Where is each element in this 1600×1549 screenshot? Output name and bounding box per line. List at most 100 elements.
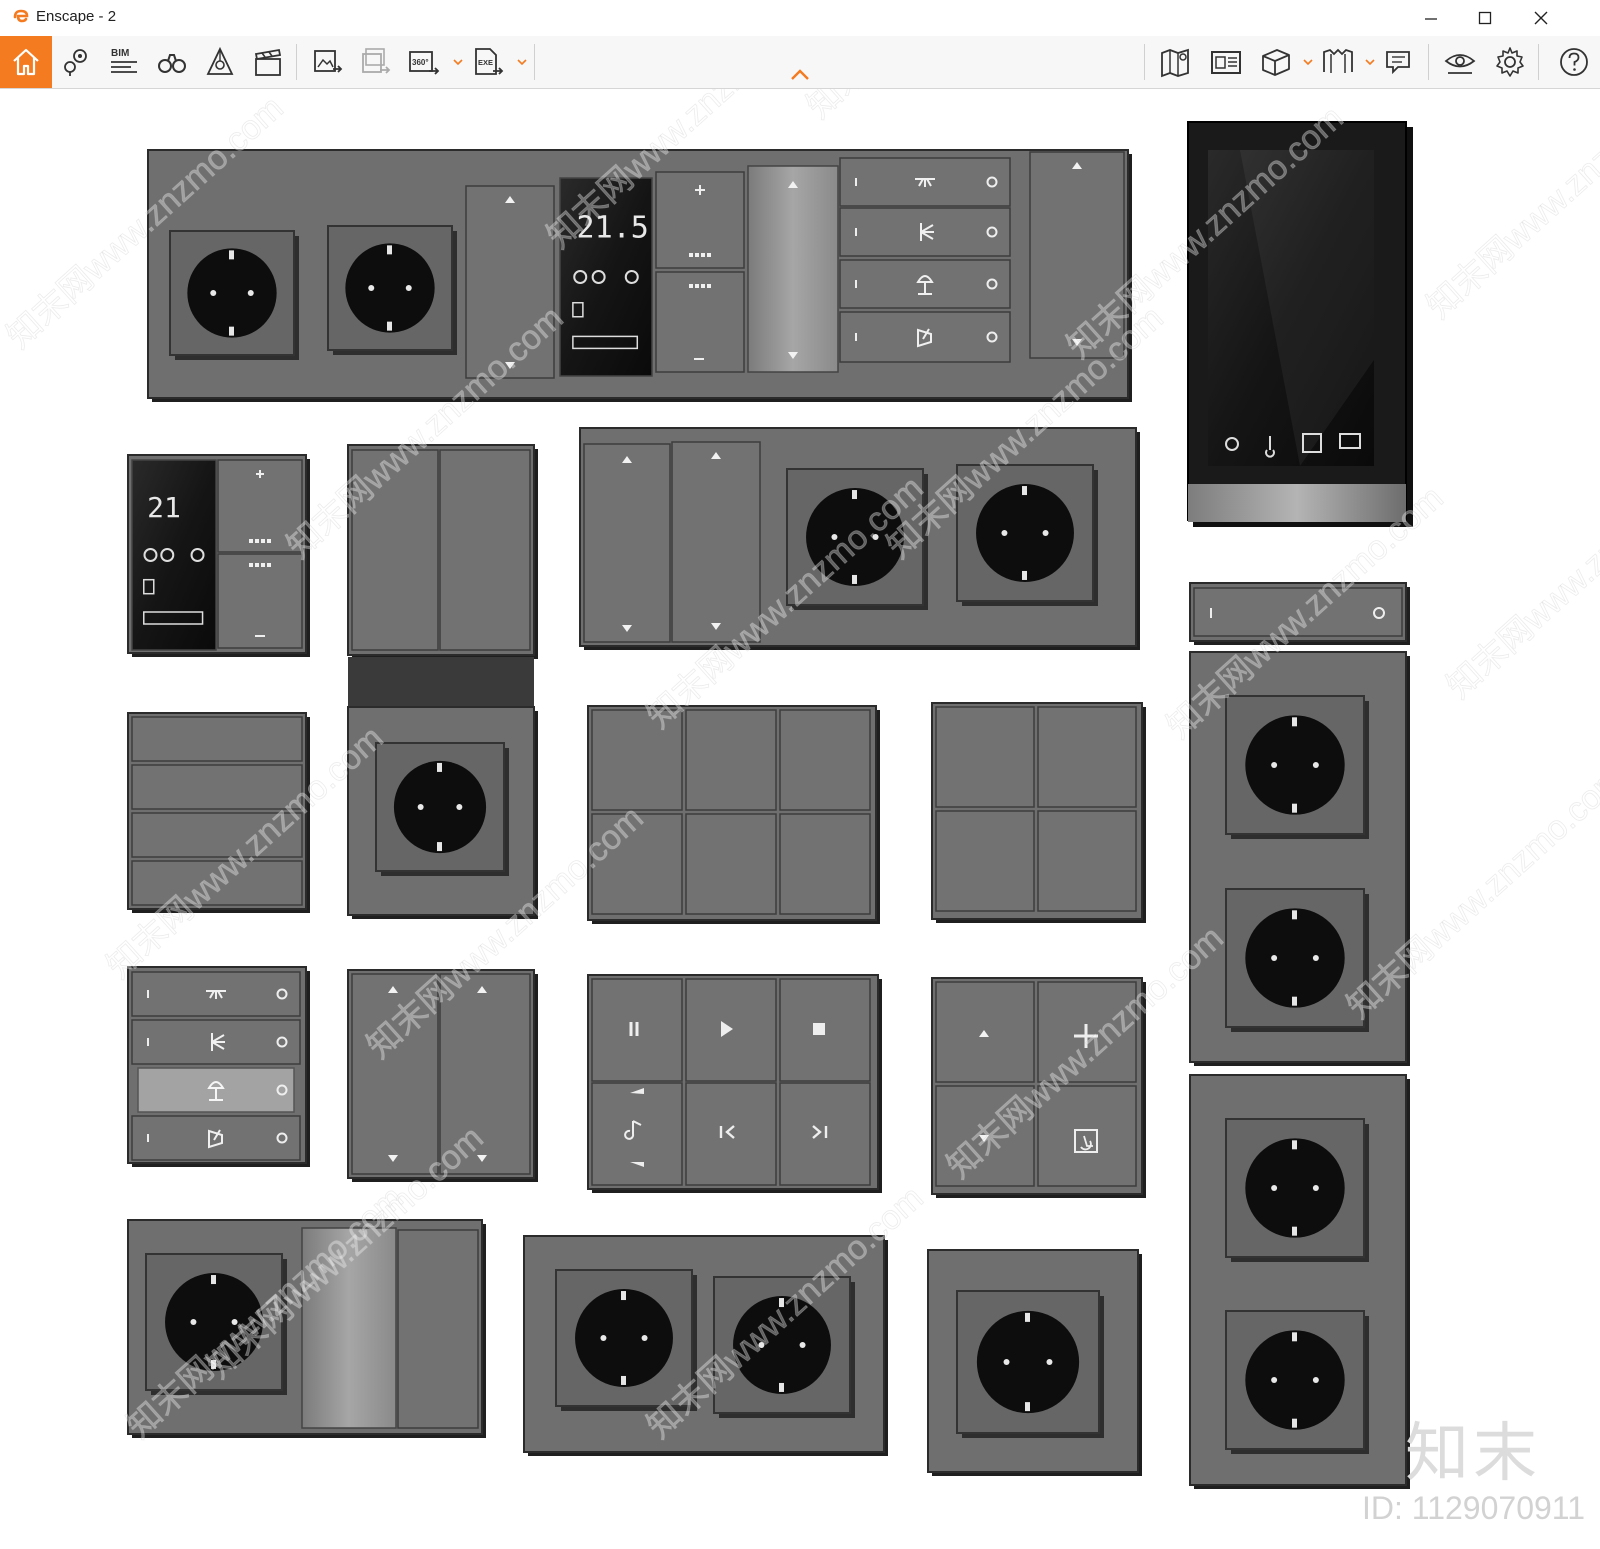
export-exe-button[interactable]: EXE [468, 42, 508, 82]
socket-hole [1245, 1138, 1345, 1238]
gallery-button[interactable] [1206, 42, 1246, 82]
socket-hole [575, 1289, 673, 1387]
earth-clip [1292, 803, 1297, 813]
socket-hole [1245, 715, 1345, 815]
led-dot [701, 253, 705, 257]
window-title: Enscape - 2 [36, 8, 117, 25]
batch-export-icon [362, 48, 391, 74]
media-key [591, 1082, 683, 1186]
asset-library-button[interactable] [200, 42, 240, 82]
material-library-button[interactable] [1318, 42, 1358, 82]
panorama-button[interactable]: 360° [404, 42, 444, 82]
chevron-down-icon[interactable] [452, 54, 464, 70]
watermark-tile-text: 知末网www.znzmo.com [800, 89, 1091, 126]
earth-clip [387, 321, 392, 331]
toolbar-separator [1538, 44, 1539, 80]
plain-rocker [397, 1229, 479, 1429]
horizontal-rocker-1 [131, 716, 303, 762]
watermark-id: ID: 1129070911 [1362, 1490, 1585, 1526]
led-dot [695, 284, 699, 288]
video-editor-button[interactable] [248, 42, 288, 82]
views-button[interactable] [56, 42, 96, 82]
stop-icon [813, 1023, 825, 1035]
close-icon [1534, 11, 1548, 25]
minimize-icon [1425, 18, 1437, 20]
earth-clip [437, 842, 442, 852]
toolbar-separator [296, 44, 297, 80]
maximize-button[interactable] [1462, 2, 1508, 34]
walk-mode-button[interactable] [152, 42, 192, 82]
watermark-tile-text: 知末网www.znzmo.com [1440, 439, 1600, 706]
book-icon [1323, 48, 1353, 73]
map-view-button[interactable] [1156, 42, 1196, 82]
led-dot [249, 563, 253, 567]
exe-label: EXE [478, 58, 493, 67]
maximize-icon [1478, 11, 1492, 25]
chevron-up-icon[interactable] [788, 66, 812, 84]
earth-clip [1292, 910, 1297, 920]
settings-button[interactable] [1490, 42, 1530, 82]
visual-settings-button[interactable] [1440, 42, 1480, 82]
led-dot [255, 539, 259, 543]
pin-hole [368, 285, 375, 291]
earth-clip [1025, 1402, 1030, 1412]
dimmer-rocker-bottom [217, 553, 303, 649]
temperature-readout: 21 [147, 491, 181, 524]
led-dot [249, 539, 253, 543]
chevron-down-icon[interactable] [1302, 54, 1314, 70]
close-button[interactable] [1518, 2, 1564, 34]
earth-clip [229, 250, 234, 260]
window-title-bar: Enscape - 2 [0, 0, 1600, 36]
keypad-key [1037, 810, 1137, 912]
keypad-key [935, 706, 1035, 808]
bim-button[interactable]: BIM [104, 42, 144, 82]
pin-hole [1271, 762, 1278, 768]
minimize-button[interactable] [1408, 2, 1454, 34]
pin-hole [210, 290, 217, 296]
render-viewport[interactable]: 21.521 知末网www.znzmo.com知末网www.znzmo.com知… [0, 89, 1600, 1549]
socket-hole [187, 248, 277, 338]
pin-hole [1312, 1185, 1319, 1191]
clapperboard-icon [254, 48, 282, 76]
pin-hole [247, 290, 254, 296]
pin-hole [456, 804, 463, 810]
help-icon [1560, 48, 1588, 76]
pin-hole [1312, 1377, 1319, 1383]
batch-render-button[interactable] [356, 42, 396, 82]
earth-clip [229, 326, 234, 336]
toolbar-separator [1144, 44, 1145, 80]
pin-hole [190, 1319, 197, 1325]
object-button[interactable] [1256, 42, 1296, 82]
keypad-key [935, 810, 1035, 912]
bim-icon: BIM [111, 48, 137, 73]
socket-hole [1245, 908, 1345, 1008]
earth-clip [387, 245, 392, 255]
home-button[interactable] [0, 36, 52, 88]
chevron-down-icon[interactable] [1364, 54, 1376, 70]
eye-icon [1444, 54, 1476, 74]
screenshot-button[interactable] [308, 42, 348, 82]
socket-hole [976, 484, 1074, 582]
help-button[interactable] [1554, 42, 1594, 82]
pin-hole [1312, 762, 1319, 768]
chevron-down-icon[interactable] [516, 54, 528, 70]
gear-icon [1496, 47, 1524, 77]
pin-hole [600, 1335, 607, 1341]
enscape-toolbar: BIM 360° EXE [0, 36, 1600, 89]
earth-clip [211, 1275, 216, 1285]
socket-hole [976, 1310, 1080, 1414]
feedback-button[interactable] [1380, 42, 1420, 82]
earth-clip [1292, 717, 1297, 727]
asset-library-icon [206, 46, 234, 75]
panorama-label: 360° [412, 58, 429, 67]
bim-label: BIM [111, 48, 129, 59]
watermark-tile-text: 知末网www.znzmo.com [1420, 89, 1600, 326]
frame-connector [348, 657, 534, 707]
led-dot [255, 563, 259, 567]
keypad-key [685, 709, 777, 811]
map-pin-icon [64, 49, 87, 76]
led-dot [707, 284, 711, 288]
keypad-key [1037, 706, 1137, 808]
led-dot [701, 284, 705, 288]
cube-icon [1262, 49, 1290, 76]
